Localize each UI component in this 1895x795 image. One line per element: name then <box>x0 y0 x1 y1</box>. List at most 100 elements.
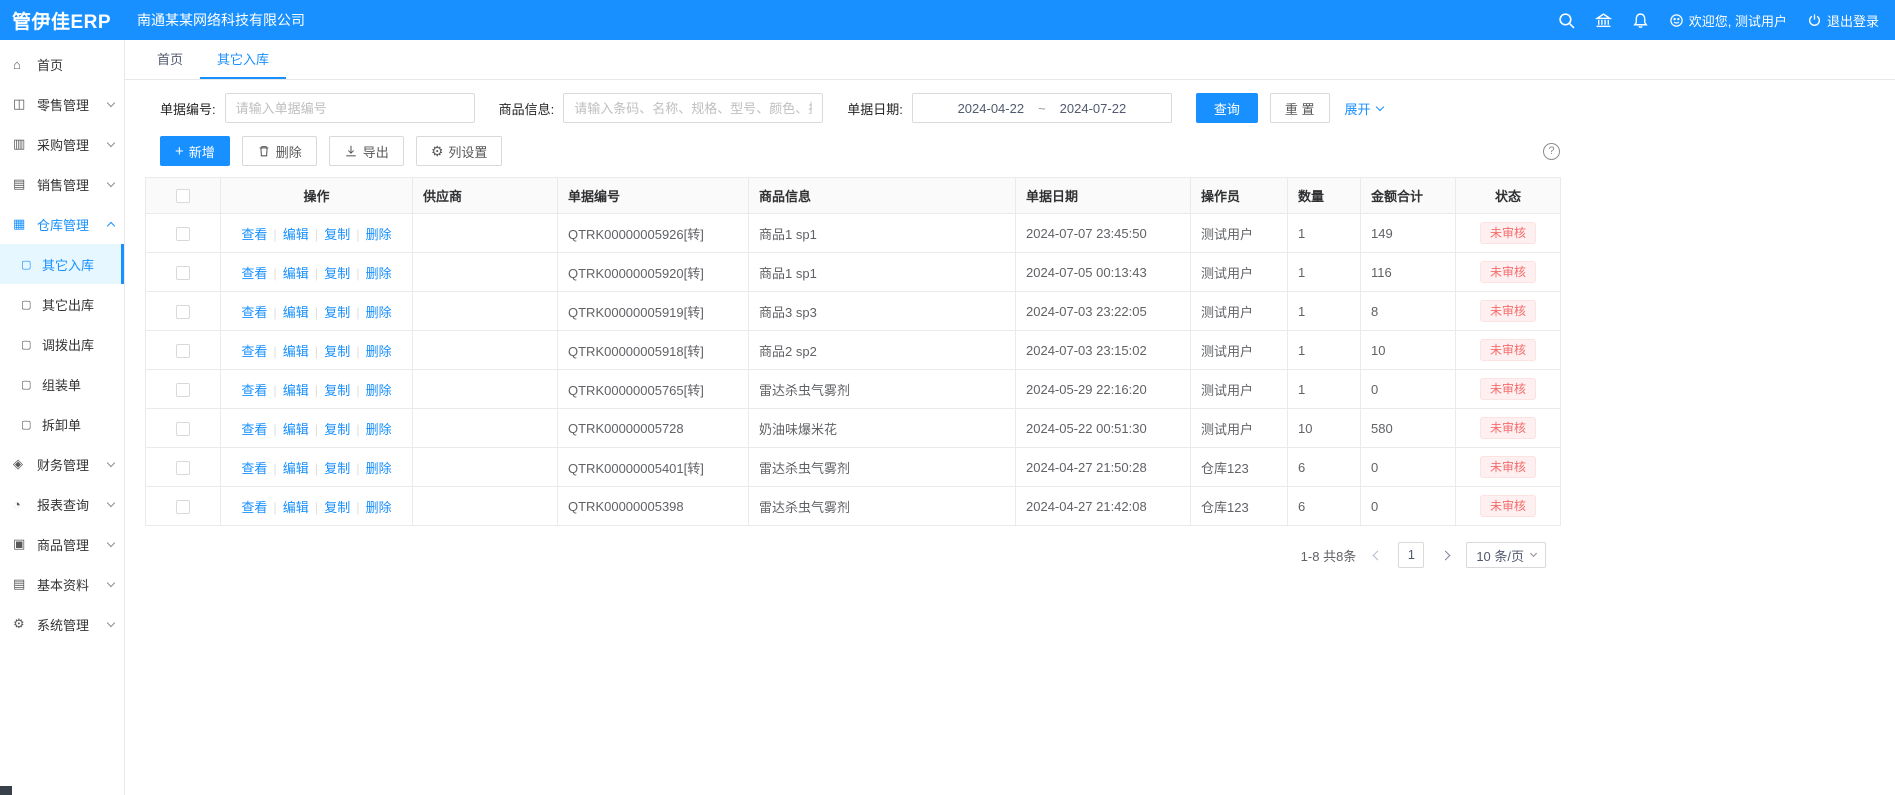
cell-qty: 6 <box>1288 487 1361 526</box>
table-row: 查看|编辑|复制|删除QTRK00000005398雷达杀虫气雾剂2024-04… <box>146 487 1561 526</box>
row-checkbox[interactable] <box>176 266 190 280</box>
row-action-delete[interactable]: 删除 <box>366 500 392 515</box>
gear-icon: ⚙ <box>431 144 444 158</box>
sidebar-item-home[interactable]: ⌂首页 <box>0 44 124 84</box>
row-action-delete[interactable]: 删除 <box>366 383 392 398</box>
row-action-view[interactable]: 查看 <box>241 461 267 476</box>
sidebar-subitem-assembly-order[interactable]: ▢组装单 <box>0 364 124 404</box>
row-action-view[interactable]: 查看 <box>241 344 267 359</box>
sidebar-item-finance[interactable]: ◈财务管理 <box>0 444 124 484</box>
row-action-copy[interactable]: 复制 <box>324 500 350 515</box>
cell-operator: 仓库123 <box>1191 448 1288 487</box>
row-action-delete[interactable]: 删除 <box>366 422 392 437</box>
cell-amount: 8 <box>1361 292 1456 331</box>
product-info-input[interactable] <box>563 93 823 123</box>
column-settings-button[interactable]: ⚙ 列设置 <box>416 136 503 166</box>
search-icon[interactable] <box>1558 12 1575 29</box>
current-page-button[interactable]: 1 <box>1398 542 1424 568</box>
row-checkbox[interactable] <box>176 227 190 241</box>
cell-date: 2024-05-22 00:51:30 <box>1016 409 1191 448</box>
sidebar-collapse-handle[interactable] <box>0 786 12 795</box>
sidebar-item-retail[interactable]: ◫零售管理 <box>0 84 124 124</box>
sidebar-subitem-disassembly-order[interactable]: ▢拆卸单 <box>0 404 124 444</box>
sidebar-item-label: 基本资料 <box>37 575 89 594</box>
row-action-copy[interactable]: 复制 <box>324 344 350 359</box>
export-button[interactable]: 导出 <box>329 136 404 166</box>
table-row: 查看|编辑|复制|删除QTRK00000005919[转]商品3 sp32024… <box>146 292 1561 331</box>
row-action-view[interactable]: 查看 <box>241 500 267 515</box>
page-size-select[interactable]: 10 条/页 <box>1466 542 1546 568</box>
row-checkbox[interactable] <box>176 305 190 319</box>
sidebar-item-basic[interactable]: ▤基本资料 <box>0 564 124 604</box>
row-action-copy[interactable]: 复制 <box>324 266 350 281</box>
row-action-edit[interactable]: 编辑 <box>283 422 309 437</box>
row-action-delete[interactable]: 删除 <box>366 305 392 320</box>
sidebar-item-sales[interactable]: ▤销售管理 <box>0 164 124 204</box>
select-all-checkbox[interactable] <box>176 189 190 203</box>
chevron-down-icon <box>107 458 115 466</box>
row-action-delete[interactable]: 删除 <box>366 461 392 476</box>
sidebar-item-purchase[interactable]: ▥采购管理 <box>0 124 124 164</box>
bank-icon[interactable] <box>1595 12 1612 29</box>
row-checkbox[interactable] <box>176 461 190 475</box>
cell-qty: 10 <box>1288 409 1361 448</box>
sidebar-item-system[interactable]: ⚙系统管理 <box>0 604 124 644</box>
row-action-view[interactable]: 查看 <box>241 266 267 281</box>
row-checkbox[interactable] <box>176 500 190 514</box>
expand-filters-link[interactable]: 展开 <box>1345 99 1383 118</box>
sidebar-item-warehouse[interactable]: ▦仓库管理 <box>0 204 124 244</box>
sidebar-subitem-other-inbound[interactable]: ▢其它入库 <box>0 244 124 284</box>
cell-supplier <box>413 487 558 526</box>
row-action-delete[interactable]: 删除 <box>366 266 392 281</box>
row-action-copy[interactable]: 复制 <box>324 383 350 398</box>
cell-qty: 1 <box>1288 253 1361 292</box>
chevron-down-icon <box>107 178 115 186</box>
reset-button[interactable]: 重 置 <box>1270 93 1330 123</box>
row-action-delete[interactable]: 删除 <box>366 227 392 242</box>
row-action-copy[interactable]: 复制 <box>324 305 350 320</box>
row-action-edit[interactable]: 编辑 <box>283 266 309 281</box>
row-checkbox[interactable] <box>176 422 190 436</box>
sidebar-subitem-other-outbound[interactable]: ▢其它出库 <box>0 284 124 324</box>
welcome-user[interactable]: 欢迎您, 测试用户 <box>1669 11 1787 30</box>
search-button[interactable]: 查询 <box>1196 93 1258 123</box>
row-action-edit[interactable]: 编辑 <box>283 461 309 476</box>
row-action-view[interactable]: 查看 <box>241 227 267 242</box>
row-action-edit[interactable]: 编辑 <box>283 383 309 398</box>
delete-button[interactable]: 删除 <box>242 136 317 166</box>
date-to-value[interactable]: 2024-07-22 <box>1060 101 1127 116</box>
next-page-button[interactable] <box>1434 543 1456 567</box>
row-action-edit[interactable]: 编辑 <box>283 305 309 320</box>
date-range-input[interactable]: 2024-04-22 ~ 2024-07-22 <box>912 93 1172 123</box>
row-action-copy[interactable]: 复制 <box>324 461 350 476</box>
cell-doc-no: QTRK00000005919[转] <box>558 292 749 331</box>
row-checkbox[interactable] <box>176 344 190 358</box>
doc-no-input[interactable] <box>225 93 475 123</box>
column-header: 操作 <box>221 178 413 214</box>
doc-icon: ▢ <box>21 298 36 311</box>
row-action-copy[interactable]: 复制 <box>324 422 350 437</box>
row-action-edit[interactable]: 编辑 <box>283 500 309 515</box>
bell-icon[interactable] <box>1632 12 1649 29</box>
row-action-edit[interactable]: 编辑 <box>283 344 309 359</box>
row-action-copy[interactable]: 复制 <box>324 227 350 242</box>
row-action-delete[interactable]: 删除 <box>366 344 392 359</box>
date-from-value[interactable]: 2024-04-22 <box>958 101 1025 116</box>
column-header: 单据日期 <box>1016 178 1191 214</box>
cell-doc-no: QTRK00000005398 <box>558 487 749 526</box>
row-checkbox[interactable] <box>176 383 190 397</box>
sidebar-item-reports[interactable]: ◔报表查询 <box>0 484 124 524</box>
cell-supplier <box>413 253 558 292</box>
tab-home[interactable]: 首页 <box>140 40 200 79</box>
row-action-view[interactable]: 查看 <box>241 305 267 320</box>
tab-other-inbound[interactable]: 其它入库 <box>200 40 286 79</box>
sidebar-item-goods[interactable]: ▣商品管理 <box>0 524 124 564</box>
row-action-view[interactable]: 查看 <box>241 383 267 398</box>
prev-page-button[interactable] <box>1366 543 1388 567</box>
logout-button[interactable]: 退出登录 <box>1807 11 1879 30</box>
row-action-view[interactable]: 查看 <box>241 422 267 437</box>
row-action-edit[interactable]: 编辑 <box>283 227 309 242</box>
help-icon[interactable]: ? <box>1543 143 1560 160</box>
sidebar-subitem-transfer-outbound[interactable]: ▢调拨出库 <box>0 324 124 364</box>
add-button[interactable]: + 新增 <box>160 136 230 166</box>
